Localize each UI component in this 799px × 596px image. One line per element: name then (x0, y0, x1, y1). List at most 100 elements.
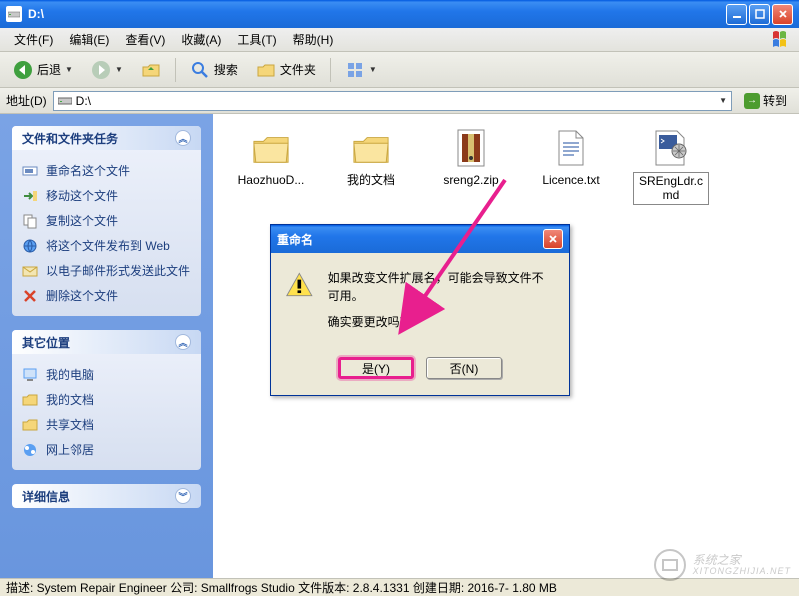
folder-up-icon (141, 60, 161, 80)
place-label: 网上邻居 (46, 441, 94, 458)
web-icon (22, 238, 38, 254)
place-mydocs[interactable]: 我的文档 (22, 387, 191, 412)
places-panel-header[interactable]: 其它位置 ︽ (12, 330, 201, 354)
toolbar-separator (175, 58, 176, 82)
folders-icon (256, 60, 276, 80)
email-icon (22, 263, 38, 279)
file-label: Licence.txt (540, 172, 601, 188)
cmd-icon (651, 128, 691, 168)
task-publish[interactable]: 将这个文件发布到 Web (22, 233, 191, 258)
menu-bar: 文件(F) 编辑(E) 查看(V) 收藏(A) 工具(T) 帮助(H) (0, 28, 799, 52)
place-label: 我的文档 (46, 391, 94, 408)
details-title: 详细信息 (22, 488, 70, 505)
task-label: 重命名这个文件 (46, 162, 130, 179)
search-label: 搜索 (214, 61, 238, 78)
folder-icon (22, 392, 38, 408)
places-title: 其它位置 (22, 334, 70, 351)
dialog-titlebar[interactable]: 重命名 (271, 225, 569, 253)
status-text: 描述: System Repair Engineer 公司: Smallfrog… (6, 579, 557, 596)
file-item[interactable]: HaozhuoD... (233, 128, 309, 188)
task-label: 移动这个文件 (46, 187, 118, 204)
zip-icon (451, 128, 491, 168)
tasks-panel-header[interactable]: 文件和文件夹任务 ︽ (12, 126, 201, 150)
task-label: 以电子邮件形式发送此文件 (46, 262, 190, 279)
address-label: 地址(D) (6, 92, 47, 109)
toolbar: 后退 ▼ ▼ 搜索 文件夹 ▼ (0, 52, 799, 88)
maximize-button[interactable] (749, 4, 770, 25)
file-label: 我的文档 (345, 172, 397, 188)
toolbar-separator (330, 58, 331, 82)
file-label: SREngLdr.cmd (633, 172, 709, 205)
address-dropdown-icon[interactable]: ▼ (719, 96, 727, 105)
place-network[interactable]: 网上邻居 (22, 437, 191, 462)
yes-button[interactable]: 是(Y) (338, 357, 414, 379)
file-item[interactable]: sreng2.zip (433, 128, 509, 188)
tasks-panel: 文件和文件夹任务 ︽ 重命名这个文件 移动这个文件 复制这个文件 将这个文件发布… (12, 126, 201, 316)
file-label: sreng2.zip (441, 172, 500, 188)
file-label: HaozhuoD... (236, 172, 307, 188)
windows-flag-icon (771, 30, 795, 50)
menu-file[interactable]: 文件(F) (6, 28, 61, 51)
move-icon (22, 188, 38, 204)
task-label: 复制这个文件 (46, 212, 118, 229)
drive-icon (6, 6, 22, 22)
task-delete[interactable]: 删除这个文件 (22, 283, 191, 308)
status-bar: 描述: System Repair Engineer 公司: Smallfrog… (0, 578, 799, 596)
task-email[interactable]: 以电子邮件形式发送此文件 (22, 258, 191, 283)
back-dropdown-icon: ▼ (65, 65, 73, 74)
search-icon (190, 60, 210, 80)
task-label: 将这个文件发布到 Web (46, 237, 170, 254)
delete-icon (22, 288, 38, 304)
warning-icon (285, 269, 314, 301)
address-input[interactable] (76, 94, 715, 108)
back-label: 后退 (37, 61, 61, 78)
tasks-title: 文件和文件夹任务 (22, 130, 118, 147)
views-dropdown-icon: ▼ (369, 65, 377, 74)
views-button[interactable]: ▼ (338, 55, 384, 85)
menu-favorites[interactable]: 收藏(A) (173, 28, 229, 51)
place-mycomputer[interactable]: 我的电脑 (22, 362, 191, 387)
menu-view[interactable]: 查看(V) (117, 28, 173, 51)
menu-tools[interactable]: 工具(T) (229, 28, 284, 51)
no-button[interactable]: 否(N) (426, 357, 502, 379)
task-rename[interactable]: 重命名这个文件 (22, 158, 191, 183)
sidebar: 文件和文件夹任务 ︽ 重命名这个文件 移动这个文件 复制这个文件 将这个文件发布… (0, 114, 213, 578)
collapse-icon[interactable]: ︽ (175, 130, 191, 146)
go-button[interactable]: → 转到 (738, 90, 793, 111)
back-button[interactable]: 后退 ▼ (6, 55, 80, 85)
up-button[interactable] (134, 55, 168, 85)
menu-edit[interactable]: 编辑(E) (61, 28, 117, 51)
fwd-dropdown-icon: ▼ (115, 65, 123, 74)
place-label: 我的电脑 (46, 366, 94, 383)
forward-button[interactable]: ▼ (84, 55, 130, 85)
search-button[interactable]: 搜索 (183, 55, 245, 85)
file-item[interactable]: Licence.txt (533, 128, 609, 188)
menu-help[interactable]: 帮助(H) (285, 28, 342, 51)
folders-button[interactable]: 文件夹 (249, 55, 323, 85)
collapse-icon[interactable]: ︽ (175, 334, 191, 350)
window-title: D:\ (28, 7, 726, 21)
network-icon (22, 442, 38, 458)
folder-icon (351, 128, 391, 168)
rename-confirm-dialog: 重命名 如果改变文件扩展名，可能会导致文件不可用。 确实要更改吗？ 是(Y) 否… (270, 224, 570, 396)
place-shared[interactable]: 共享文档 (22, 412, 191, 437)
dialog-close-button[interactable] (543, 229, 563, 249)
details-panel: 详细信息 ︾ (12, 484, 201, 508)
minimize-button[interactable] (726, 4, 747, 25)
copy-icon (22, 213, 38, 229)
dialog-line1: 如果改变文件扩展名，可能会导致文件不可用。 (328, 269, 553, 305)
details-panel-header[interactable]: 详细信息 ︾ (12, 484, 201, 508)
close-button[interactable] (772, 4, 793, 25)
task-copy[interactable]: 复制这个文件 (22, 208, 191, 233)
folder-icon (251, 128, 291, 168)
place-label: 共享文档 (46, 416, 94, 433)
folders-label: 文件夹 (280, 61, 316, 78)
rename-icon (22, 163, 38, 179)
file-item[interactable]: 我的文档 (333, 128, 409, 188)
address-input-wrap[interactable]: ▼ (53, 91, 732, 111)
expand-icon[interactable]: ︾ (175, 488, 191, 504)
file-item-selected[interactable]: SREngLdr.cmd (633, 128, 709, 205)
task-move[interactable]: 移动这个文件 (22, 183, 191, 208)
forward-icon (91, 60, 111, 80)
task-label: 删除这个文件 (46, 287, 118, 304)
